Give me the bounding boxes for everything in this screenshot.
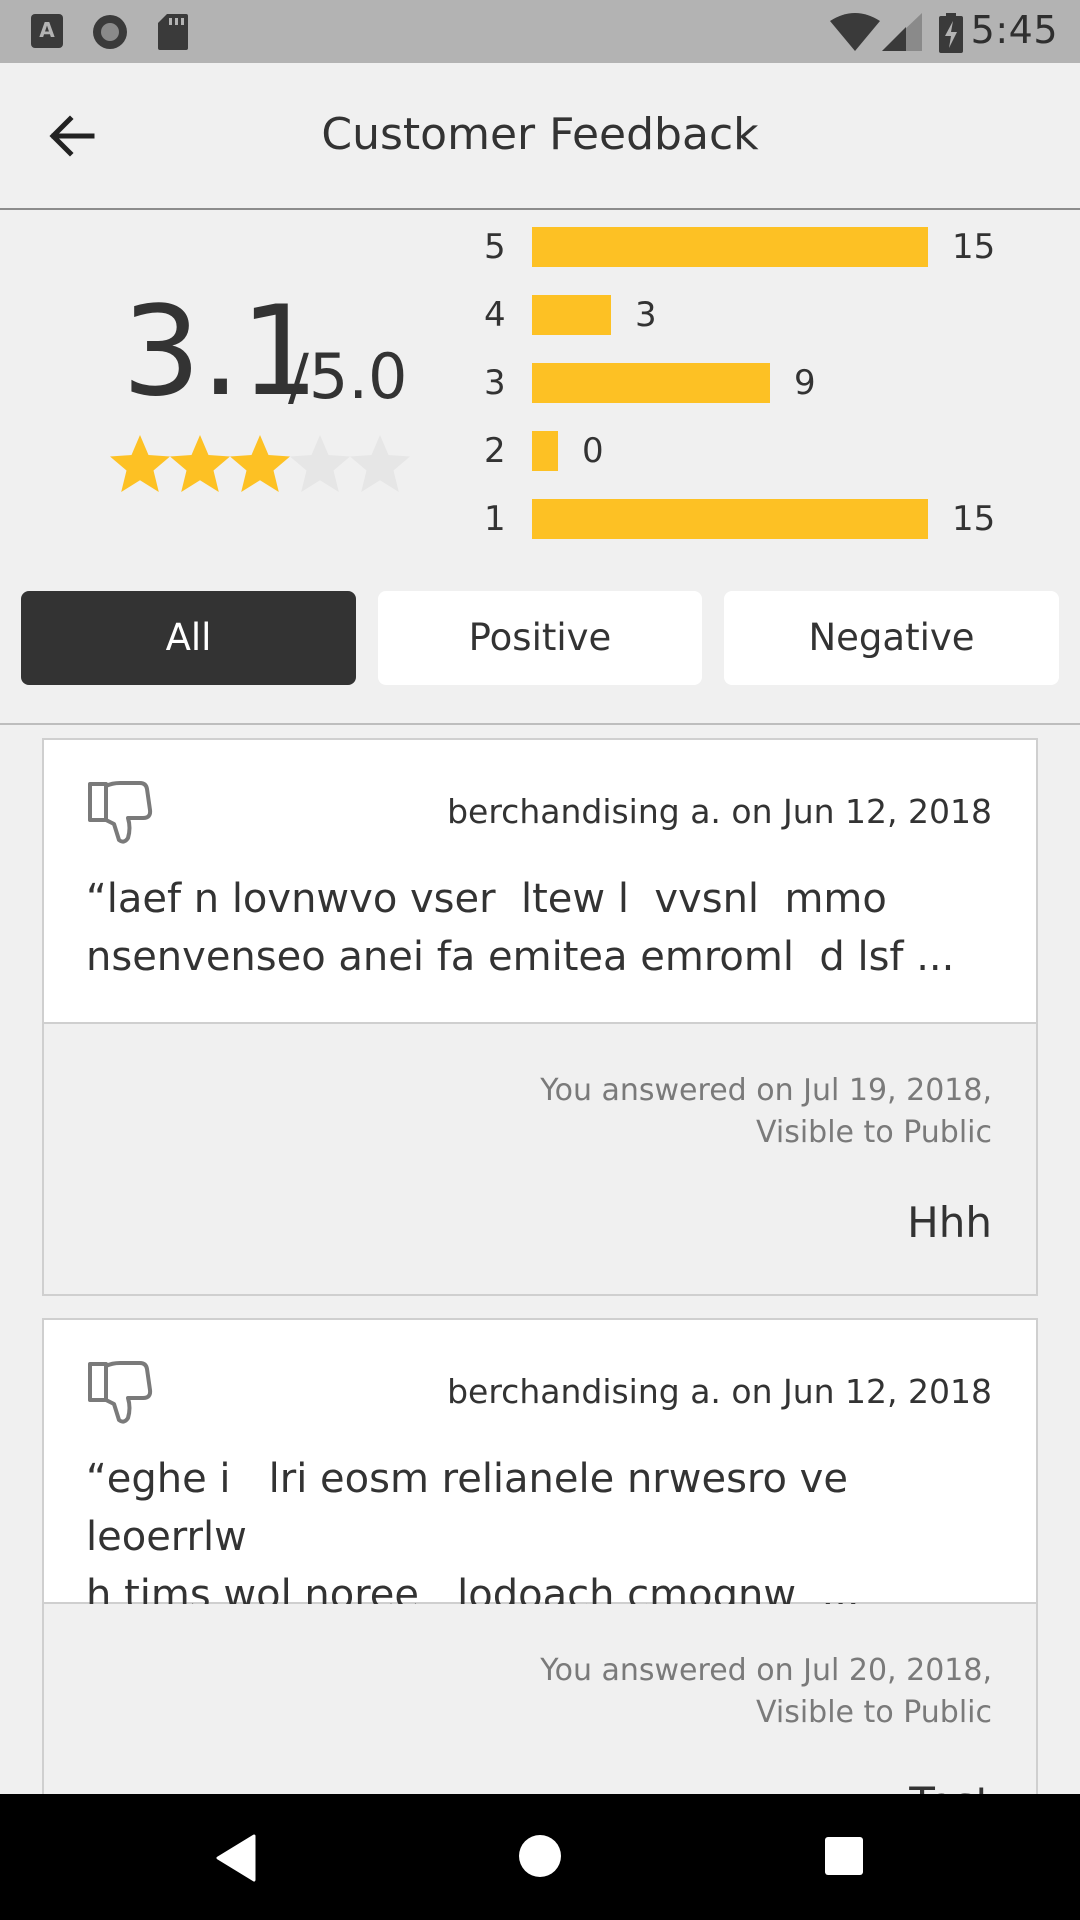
review-text: “eghe i lri eosm relianele nrwesro ve le… bbox=[86, 1456, 860, 1618]
review-text: “laef n lovnwvo vser ltew l vvsnl mmo ns… bbox=[86, 876, 955, 980]
answer-visibility: Visible to Public bbox=[756, 1115, 992, 1150]
answer-meta: You answered on Jul 19, 2018, Visible to… bbox=[540, 1070, 992, 1154]
battery-charging-icon bbox=[939, 13, 963, 53]
review-meta: berchandising a. on Jun 12, 2018 bbox=[447, 1372, 992, 1411]
thumbs-down-icon bbox=[88, 781, 153, 844]
review-body: berchandising a. on Jun 12, 2018 “eghe i… bbox=[44, 1320, 1036, 1618]
nav-home-icon[interactable] bbox=[518, 1834, 562, 1878]
thumbs-down-icon bbox=[88, 1361, 153, 1424]
rating-bar bbox=[532, 227, 928, 267]
circle-icon bbox=[93, 15, 127, 49]
answer-date: You answered on Jul 19, 2018, bbox=[540, 1073, 992, 1108]
rating-level-label: 3 bbox=[484, 363, 506, 403]
rating-level-label: 1 bbox=[484, 499, 506, 539]
rating-level-label: 4 bbox=[484, 295, 506, 335]
rating-count: 15 bbox=[952, 499, 996, 539]
star-filled-icon bbox=[230, 435, 290, 492]
answer-date: You answered on Jul 20, 2018, bbox=[540, 1653, 992, 1688]
app-bar: Customer Feedback bbox=[0, 63, 1080, 210]
navigation-bar bbox=[0, 1794, 1080, 1920]
a-icon: A bbox=[31, 14, 63, 48]
rating-bar bbox=[532, 431, 558, 471]
sd-card-icon bbox=[158, 14, 188, 50]
nav-recents-icon[interactable] bbox=[824, 1834, 864, 1878]
rating-count: 0 bbox=[582, 431, 604, 471]
rating-count: 9 bbox=[794, 363, 816, 403]
review-meta: berchandising a. on Jun 12, 2018 bbox=[447, 792, 992, 831]
rating-bar bbox=[532, 363, 770, 403]
star-empty-icon bbox=[290, 435, 350, 492]
rating-bar bbox=[532, 499, 928, 539]
rating-count: 15 bbox=[952, 227, 996, 267]
rating-level-label: 5 bbox=[484, 227, 506, 267]
review-card[interactable]: berchandising a. on Jun 12, 2018 “laef n… bbox=[42, 738, 1038, 1296]
max-score: /5.0 bbox=[288, 340, 408, 413]
nav-back-icon[interactable] bbox=[214, 1834, 258, 1882]
status-bar: A 5:45 bbox=[0, 0, 1080, 63]
review-card[interactable]: berchandising a. on Jun 12, 2018 “eghe i… bbox=[42, 1318, 1038, 1844]
star-filled-icon bbox=[110, 435, 170, 492]
answer-visibility: Visible to Public bbox=[756, 1695, 992, 1730]
star-empty-icon bbox=[350, 435, 410, 492]
filter-positive-button[interactable]: Positive bbox=[378, 591, 702, 685]
filter-negative-button[interactable]: Negative bbox=[724, 591, 1059, 685]
answer-section: You answered on Jul 19, 2018, Visible to… bbox=[44, 1024, 1036, 1294]
review-body: berchandising a. on Jun 12, 2018 “laef n… bbox=[44, 740, 1036, 1024]
svg-text:A: A bbox=[39, 18, 55, 42]
page-title: Customer Feedback bbox=[321, 109, 759, 160]
signal-icon bbox=[882, 13, 922, 51]
rating-bar bbox=[532, 295, 611, 335]
status-time: 5:45 bbox=[970, 8, 1058, 52]
answer-meta: You answered on Jul 20, 2018, Visible to… bbox=[540, 1650, 992, 1734]
rating-level-label: 2 bbox=[484, 431, 506, 471]
divider bbox=[0, 723, 1080, 725]
rating-count: 3 bbox=[635, 295, 657, 335]
star-filled-icon bbox=[170, 435, 230, 492]
answer-text: Hhh bbox=[907, 1198, 992, 1247]
filter-all-button[interactable]: All bbox=[21, 591, 356, 685]
wifi-icon bbox=[830, 13, 880, 51]
